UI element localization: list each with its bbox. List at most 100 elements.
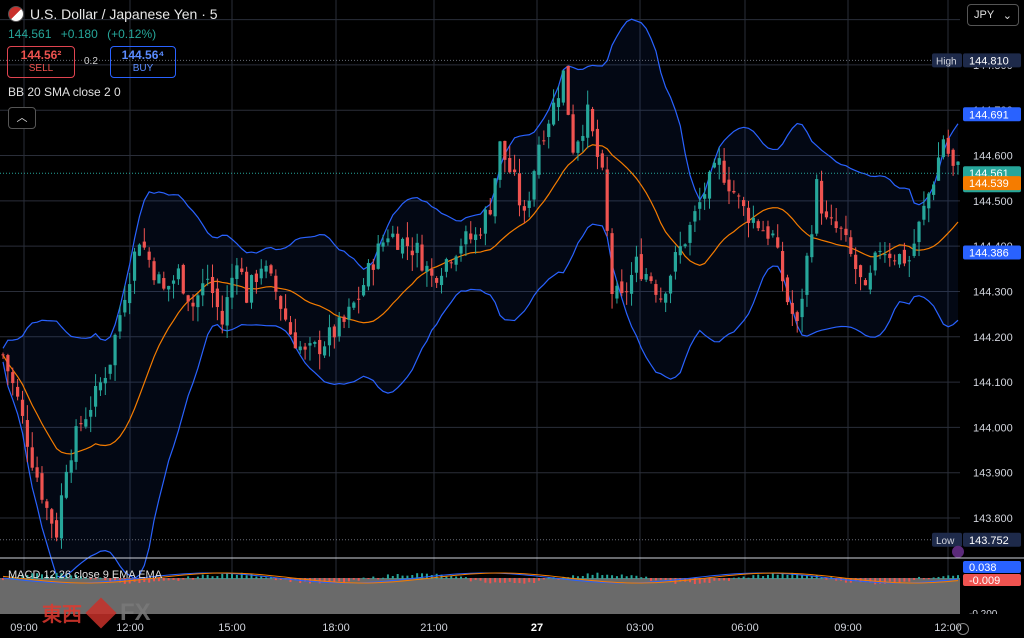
candle-body bbox=[917, 221, 921, 243]
candle-body bbox=[220, 310, 224, 325]
macd-histogram-bar bbox=[211, 576, 214, 579]
macd-histogram-bar bbox=[727, 578, 730, 581]
buy-button[interactable]: 144.56⁴ BUY bbox=[110, 46, 176, 78]
time-tick-label: 15:00 bbox=[218, 622, 246, 634]
macd-histogram-bar bbox=[654, 578, 657, 581]
candle-body bbox=[673, 252, 677, 272]
macd-histogram-bar bbox=[498, 578, 501, 583]
candle-body bbox=[157, 274, 161, 284]
candle-body bbox=[478, 234, 483, 236]
candle-body bbox=[288, 322, 293, 335]
macd-histogram-bar bbox=[918, 576, 921, 579]
price-chart[interactable]: 143.800 143.900 144.000 144.100 144.200 144.3… bbox=[0, 0, 1024, 638]
candle-body bbox=[40, 473, 44, 500]
macd-histogram-bar bbox=[372, 576, 375, 579]
candle-body bbox=[615, 285, 619, 299]
macd-histogram-bar bbox=[776, 574, 779, 579]
y-tick-label: 144.300 bbox=[973, 286, 1013, 298]
macd-histogram-bar bbox=[338, 578, 341, 582]
macd-histogram-bar bbox=[747, 577, 750, 579]
candle-body bbox=[69, 460, 73, 473]
candle-body bbox=[922, 205, 926, 220]
symbol-header[interactable]: U.S. Dollar / Japanese Yen · 5 bbox=[8, 6, 218, 22]
candle-body bbox=[64, 471, 68, 498]
candle-body bbox=[225, 297, 229, 326]
macd-histogram-bar bbox=[888, 578, 891, 582]
candle-body bbox=[683, 244, 687, 247]
macd-histogram-bar bbox=[771, 573, 774, 579]
macd-legend[interactable]: MACD 12 26 close 9 EMA EMA bbox=[8, 569, 162, 581]
candle-body bbox=[128, 284, 132, 304]
candle-body bbox=[790, 302, 794, 314]
candle-body bbox=[313, 341, 317, 344]
macd-histogram-bar bbox=[927, 578, 930, 580]
collapse-legend-button[interactable]: ︿ bbox=[8, 107, 36, 129]
candle-body bbox=[712, 162, 716, 168]
price-label: 143.752 bbox=[969, 535, 1009, 547]
candle-body bbox=[902, 249, 907, 264]
chevron-down-icon: ⌄ bbox=[1002, 9, 1012, 22]
candle-body bbox=[703, 194, 707, 199]
candle-body bbox=[883, 254, 887, 256]
candle-body bbox=[35, 467, 39, 478]
candle-body bbox=[259, 268, 263, 279]
candle-body bbox=[410, 250, 414, 256]
candle-body bbox=[30, 447, 34, 468]
macd-histogram-bar bbox=[903, 578, 906, 582]
macd-histogram-bar bbox=[640, 577, 643, 579]
macd-histogram-bar bbox=[635, 575, 638, 579]
macd-histogram-bar bbox=[523, 578, 526, 584]
candle-body bbox=[298, 346, 302, 351]
y-tick-label: 143.900 bbox=[973, 468, 1013, 480]
candle-body bbox=[761, 230, 765, 232]
candle-body bbox=[532, 171, 536, 200]
buy-price: 144.56⁴ bbox=[121, 48, 165, 62]
bollinger-legend[interactable]: BB 20 SMA close 2 0 bbox=[8, 85, 121, 99]
candle-body bbox=[488, 210, 492, 215]
candle-body bbox=[11, 372, 15, 384]
candle-body bbox=[84, 419, 88, 427]
macd-histogram-bar bbox=[737, 577, 740, 579]
candle-body bbox=[941, 139, 945, 158]
candle-body bbox=[707, 171, 712, 199]
candle-body bbox=[780, 251, 785, 282]
macd-histogram-bar bbox=[367, 578, 370, 580]
candle-body bbox=[551, 102, 556, 125]
candle-body bbox=[610, 233, 614, 294]
candle-body bbox=[746, 207, 751, 224]
candle-body bbox=[932, 184, 936, 195]
macd-histogram-bar bbox=[474, 578, 477, 581]
candle-body bbox=[888, 253, 892, 259]
macd-histogram-bar bbox=[401, 575, 404, 579]
candle-body bbox=[342, 316, 346, 322]
candle-body bbox=[561, 70, 565, 103]
sell-button[interactable]: 144.56² SELL bbox=[7, 46, 75, 78]
candle-body bbox=[464, 231, 468, 245]
candle-body bbox=[727, 179, 731, 192]
settings-gear-icon[interactable] bbox=[957, 623, 969, 635]
candle-body bbox=[293, 332, 297, 349]
candle-body bbox=[430, 269, 434, 276]
candle-body bbox=[98, 382, 103, 391]
candle-body bbox=[634, 256, 639, 273]
candle-body bbox=[912, 243, 916, 256]
macd-histogram-bar bbox=[216, 576, 219, 579]
chevron-up-icon: ︿ bbox=[16, 112, 28, 124]
macd-histogram-bar bbox=[206, 574, 209, 579]
candle-body bbox=[240, 268, 244, 273]
macd-histogram-bar bbox=[289, 578, 292, 583]
macd-histogram-bar bbox=[528, 578, 531, 583]
candle-body bbox=[688, 224, 692, 243]
candle-body bbox=[396, 233, 400, 250]
candle-body bbox=[366, 263, 371, 287]
candle-body bbox=[668, 275, 673, 294]
macd-histogram-bar bbox=[601, 575, 604, 579]
price-label: 144.539 bbox=[969, 178, 1009, 190]
candle-body bbox=[854, 254, 858, 270]
candle-body bbox=[381, 242, 385, 247]
currency-selector[interactable]: JPY ⌄ bbox=[967, 4, 1019, 26]
macd-histogram-bar bbox=[352, 578, 355, 580]
macd-histogram-bar bbox=[460, 576, 463, 579]
macd-histogram-bar bbox=[479, 578, 482, 581]
macd-histogram-bar bbox=[484, 578, 487, 583]
